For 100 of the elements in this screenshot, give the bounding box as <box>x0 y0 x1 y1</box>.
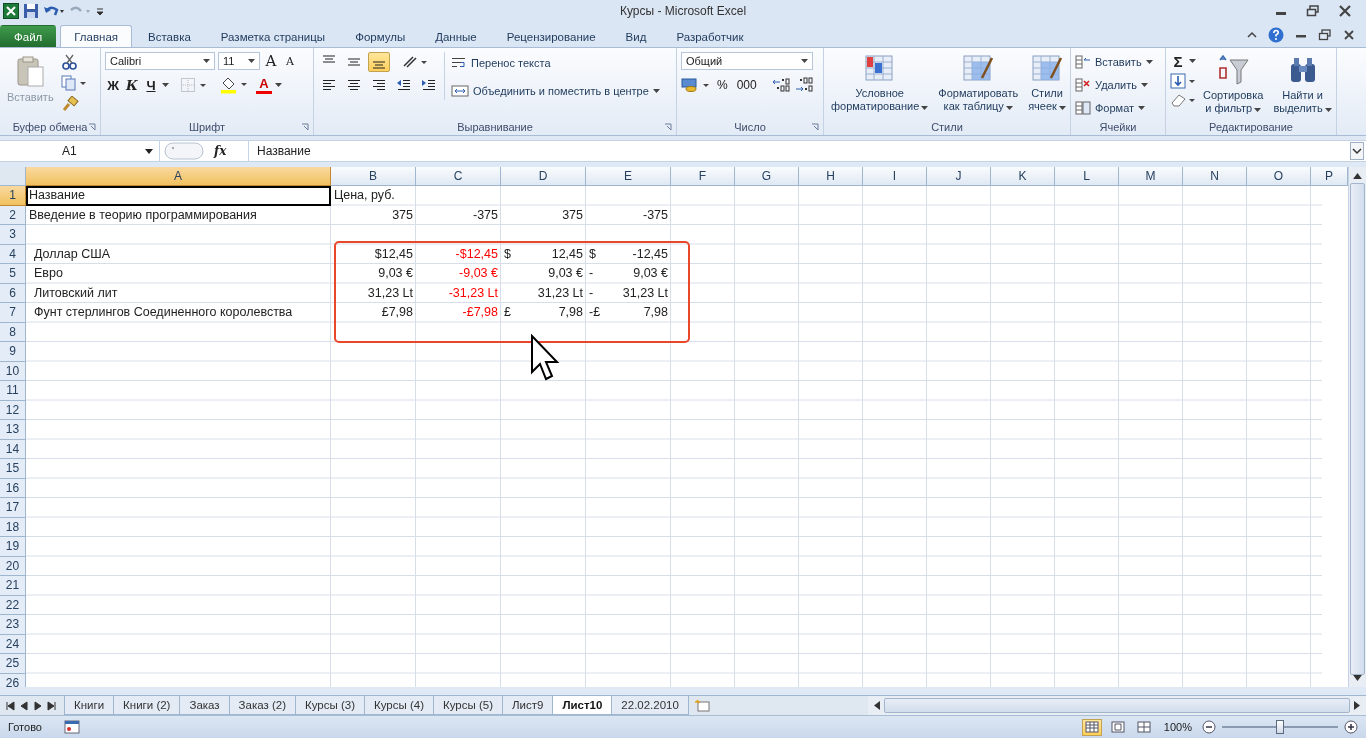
row-header[interactable]: 12 <box>0 400 26 420</box>
row-header[interactable]: 8 <box>0 322 26 342</box>
record-macro-icon[interactable] <box>63 720 80 734</box>
align-text-icon[interactable] <box>321 78 337 92</box>
ribbon-tab[interactable]: Разработчик <box>662 25 758 47</box>
merge-center-button[interactable]: Объединить и поместить в центре <box>451 82 660 100</box>
sheet-tab[interactable]: Курсы (4) <box>364 696 434 715</box>
font-name-field[interactable]: Calibri <box>105 52 215 70</box>
sheet-tab[interactable]: Книги <box>64 696 115 715</box>
sheet-nav-arrow-icon[interactable] <box>46 700 58 711</box>
dropdown-arrow-icon[interactable] <box>275 83 282 87</box>
row-header[interactable]: 14 <box>0 439 26 459</box>
table-cell[interactable]: $ 12,45 <box>501 244 586 264</box>
row-header[interactable]: 17 <box>0 498 26 518</box>
copy-icon[interactable] <box>60 75 87 91</box>
close-icon[interactable] <box>1342 28 1356 41</box>
row-header[interactable]: 19 <box>0 537 26 557</box>
table-cell[interactable]: -£7,98 <box>416 303 501 323</box>
table-cell[interactable]: -9,03 € <box>416 264 501 284</box>
zoom-slider-thumb[interactable] <box>1276 720 1284 734</box>
italic-button[interactable]: К <box>124 76 140 94</box>
text-orientation-icon[interactable] <box>401 54 429 70</box>
styles-button[interactable]: Условное форматирование <box>828 52 932 115</box>
number-format-field[interactable]: Общий <box>681 52 813 70</box>
styles-button[interactable]: Форматировать как таблицу <box>935 52 1022 115</box>
eraser-icon[interactable] <box>1170 92 1196 108</box>
dropdown-arrow-icon[interactable] <box>203 59 210 63</box>
table-cell[interactable]: -£ 7,98 <box>586 303 671 323</box>
align-text-icon[interactable] <box>346 78 362 92</box>
thousands-separator-button[interactable]: 000 <box>733 76 760 94</box>
vertical-scrollbar[interactable] <box>1348 167 1366 687</box>
ribbon-tab[interactable]: Вставка <box>134 25 205 47</box>
dropdown-arrow-icon[interactable] <box>1189 59 1196 63</box>
dropdown-arrow-icon[interactable] <box>1005 105 1013 110</box>
column-header[interactable]: O <box>1247 167 1311 186</box>
scissors-icon[interactable] <box>60 54 79 70</box>
save-icon[interactable] <box>23 3 39 19</box>
table-cell[interactable]: Название <box>26 186 331 206</box>
table-cell[interactable]: 31,23 Lt <box>331 283 416 303</box>
ribbon-tab[interactable]: Вид <box>611 25 661 47</box>
decrease-decimal-icon[interactable] <box>793 77 814 93</box>
table-cell[interactable]: 375 <box>331 205 416 225</box>
column-header[interactable]: N <box>1183 167 1247 186</box>
column-header[interactable]: M <box>1119 167 1183 186</box>
insert-function-button[interactable]: fx <box>214 144 227 158</box>
dropdown-arrow-icon[interactable] <box>801 59 808 63</box>
row-header[interactable]: 23 <box>0 615 26 635</box>
table-cell[interactable]: £ 7,98 <box>501 303 586 323</box>
table-cell[interactable]: Литовский лит <box>26 283 331 303</box>
autosum-button[interactable]: Σ <box>1170 52 1186 70</box>
table-cell[interactable]: Цена, руб. <box>331 186 416 206</box>
editing-button[interactable]: Найти и выделить <box>1270 52 1335 117</box>
row-header[interactable]: 18 <box>0 517 26 537</box>
row-header[interactable]: 6 <box>0 283 26 303</box>
table-cell[interactable]: Фунт стерлингов Соединенного королевства <box>26 303 331 323</box>
table-cell[interactable]: -31,23 Lt <box>416 283 501 303</box>
table-cell[interactable]: -375 <box>416 205 501 225</box>
sheet-tab[interactable]: 22.02.2010 <box>611 696 689 715</box>
dropdown-arrow-icon[interactable] <box>1145 60 1153 64</box>
column-header[interactable]: L <box>1055 167 1119 186</box>
sheet-tab[interactable]: Книги (2) <box>113 696 181 715</box>
table-cell[interactable]: 31,23 Lt <box>501 283 586 303</box>
ribbon-tab[interactable]: Данные <box>421 25 491 47</box>
dropdown-arrow-icon[interactable] <box>1058 105 1066 110</box>
dialog-launcher-icon[interactable] <box>88 123 96 131</box>
dropdown-arrow-icon[interactable] <box>248 59 255 63</box>
sheet-tab[interactable]: Лист10 <box>552 696 613 715</box>
cells-menu-button[interactable]: Вставить <box>1075 52 1153 72</box>
dialog-launcher-icon[interactable] <box>301 123 309 131</box>
sheet-tab[interactable]: Курсы (3) <box>295 696 365 715</box>
column-header[interactable]: F <box>671 167 735 186</box>
row-header[interactable]: 24 <box>0 634 26 654</box>
sheet-nav-arrow-icon[interactable] <box>32 700 44 711</box>
dropdown-arrow-icon[interactable] <box>1254 107 1262 112</box>
bold-button[interactable]: Ж <box>105 76 121 94</box>
row-header[interactable]: 15 <box>0 459 26 479</box>
table-cell[interactable]: 9,03 € <box>501 264 586 284</box>
ribbon-tab[interactable]: Разметка страницы <box>206 25 340 47</box>
column-header[interactable]: D <box>501 167 586 186</box>
view-mode-button[interactable] <box>1081 718 1102 736</box>
grow-font-button[interactable]: A <box>263 52 279 70</box>
table-cell[interactable]: -$12,45 <box>416 244 501 264</box>
dropdown-arrow-icon[interactable] <box>1138 106 1146 110</box>
table-cell[interactable]: - 31,23 Lt <box>586 283 671 303</box>
spreadsheet-app-icon[interactable] <box>3 3 19 19</box>
table-cell[interactable]: 375 <box>501 205 586 225</box>
column-header[interactable]: J <box>927 167 991 186</box>
wrap-text-button[interactable]: Перенос текста <box>451 54 660 72</box>
row-header[interactable]: 11 <box>0 381 26 401</box>
restore-icon[interactable] <box>1306 5 1320 17</box>
dropdown-arrow-icon[interactable] <box>162 83 169 87</box>
ribbon-tab[interactable]: Файл <box>0 25 57 47</box>
table-cell[interactable]: $ -12,45 <box>586 244 671 264</box>
help-icon[interactable] <box>1268 26 1284 43</box>
align-text-icon[interactable] <box>371 78 387 92</box>
vertical-align-button[interactable] <box>368 52 390 72</box>
column-header[interactable]: E <box>586 167 671 186</box>
row-header[interactable]: 20 <box>0 556 26 576</box>
column-header[interactable]: I <box>863 167 927 186</box>
editing-button[interactable]: Сортировка и фильтр <box>1200 52 1267 117</box>
